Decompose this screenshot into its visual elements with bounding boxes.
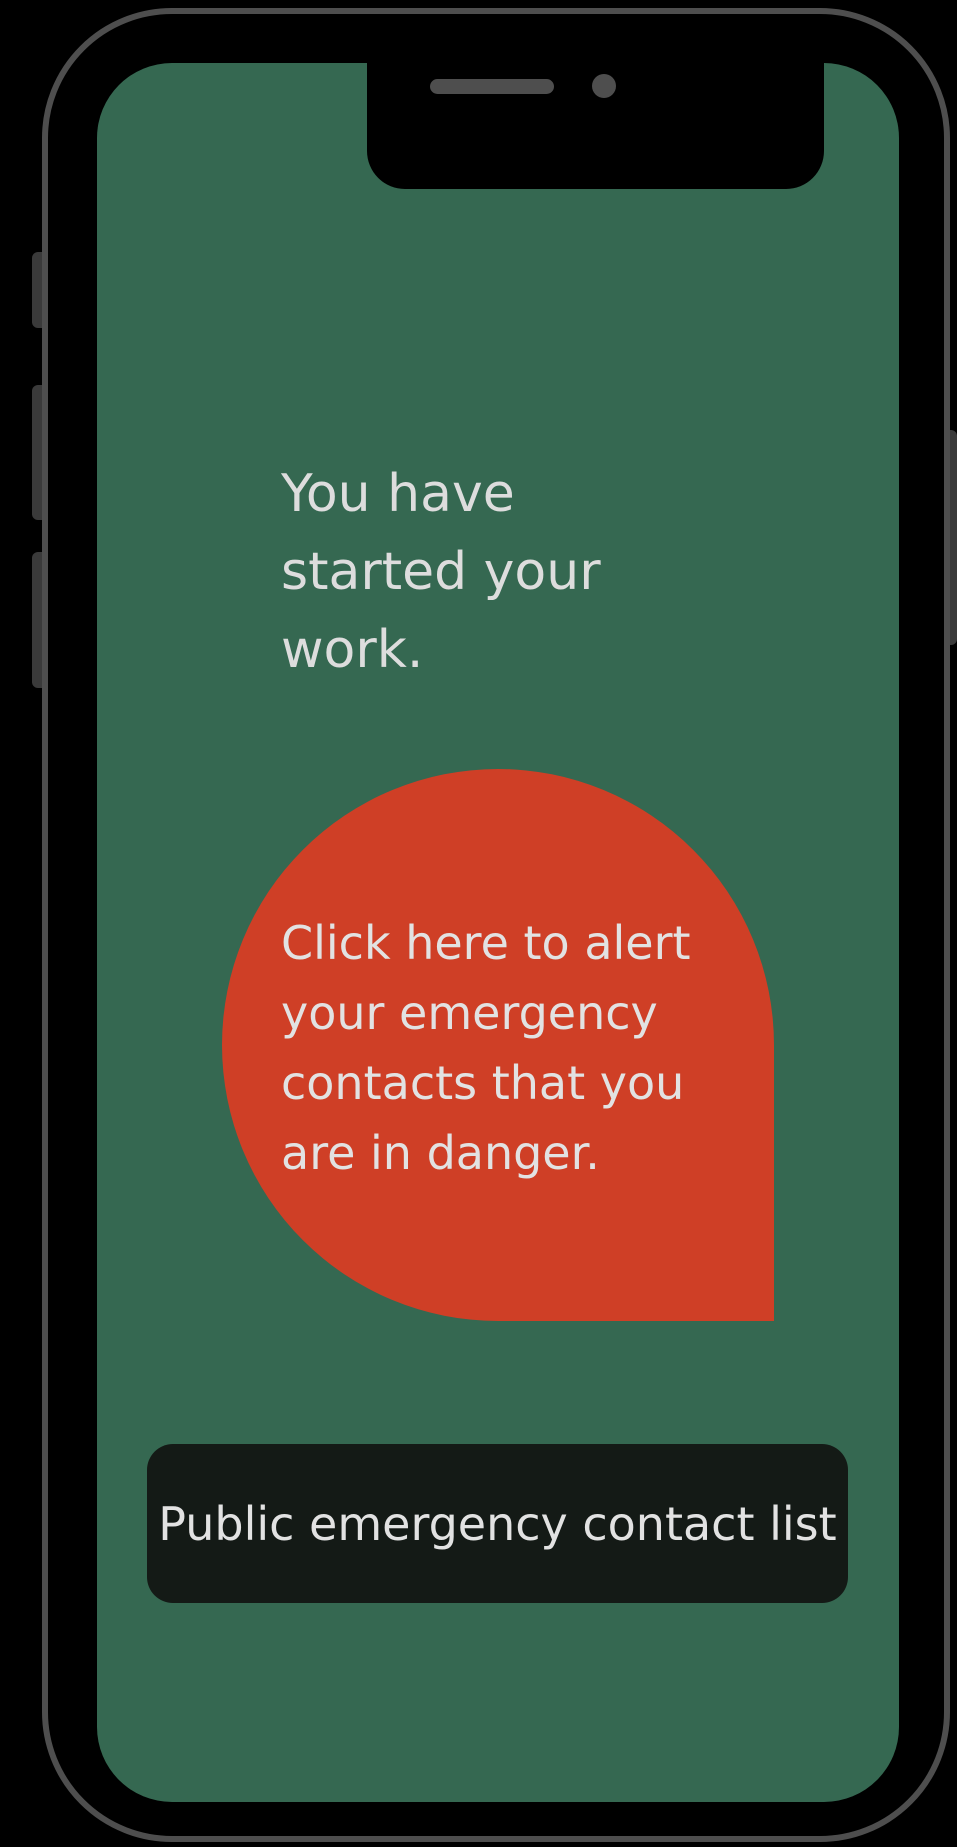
emergency-alert-button[interactable] (222, 769, 774, 1321)
front-camera-icon (592, 74, 616, 98)
side-button-volume-down (32, 552, 42, 688)
work-status-message: You have started your work. (281, 464, 601, 680)
public-emergency-contact-list-button[interactable]: Public emergency contact list (147, 1444, 848, 1603)
side-button-power (950, 430, 957, 645)
side-button-mute (32, 252, 42, 328)
speaker-grille (430, 79, 554, 94)
side-button-volume-up (32, 385, 42, 520)
